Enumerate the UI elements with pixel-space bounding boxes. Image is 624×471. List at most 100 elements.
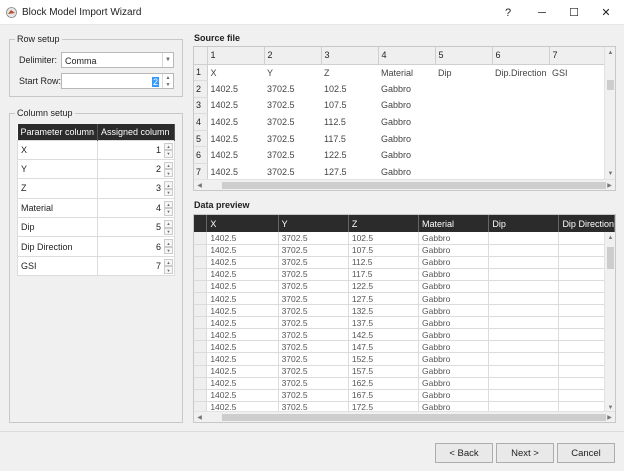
source-column-header[interactable]: 7 <box>549 47 607 65</box>
source-column-header[interactable]: 6 <box>492 47 550 65</box>
source-vertical-scrollbar[interactable]: ▲ ▼ <box>604 47 615 179</box>
scroll-thumb[interactable] <box>607 80 614 90</box>
source-cell: 117.5 <box>324 133 346 144</box>
column-spinner[interactable]: ▲ ▼ <box>164 200 173 216</box>
assigned-column-value[interactable]: 5 <box>156 222 161 232</box>
scroll-right-icon[interactable]: ▶ <box>604 412 615 422</box>
scroll-thumb[interactable] <box>607 247 614 269</box>
assigned-column-cell[interactable]: 2 ▲ ▼ <box>97 158 175 180</box>
row-header <box>194 280 208 293</box>
source-cell: 1402.5 <box>210 166 239 177</box>
preview-cell: 137.5 <box>348 316 420 330</box>
row-header <box>194 304 208 318</box>
assigned-column-cell[interactable]: 7 ▲ ▼ <box>97 255 175 277</box>
start-row-value[interactable]: 2 <box>151 77 159 87</box>
column-spinner[interactable]: ▲ ▼ <box>164 142 173 158</box>
assigned-column-cell[interactable]: 5 ▲ ▼ <box>97 217 175 238</box>
assigned-column-value[interactable]: 2 <box>156 164 161 174</box>
chevron-down-icon[interactable]: ▼ <box>162 53 173 67</box>
scroll-down-icon[interactable]: ▼ <box>605 168 615 179</box>
table-row: 4 1402.5 3702.5 112.5 Gabbro <box>194 113 606 131</box>
spin-down-icon[interactable]: ▼ <box>164 246 173 255</box>
spin-down-icon[interactable]: ▼ <box>163 81 173 88</box>
source-cell <box>492 97 549 114</box>
source-column-header[interactable]: 5 <box>435 47 493 65</box>
source-cell <box>549 81 606 98</box>
spin-down-icon[interactable]: ▼ <box>164 208 173 216</box>
preview-horizontal-scrollbar[interactable]: ◀ ▶ <box>194 411 615 422</box>
row-header <box>194 244 208 257</box>
preview-vertical-scrollbar[interactable]: ▲ ▼ <box>604 232 615 413</box>
scroll-left-icon[interactable]: ◀ <box>194 180 205 190</box>
source-column-header[interactable]: 2 <box>264 47 322 65</box>
scroll-left-icon[interactable]: ◀ <box>194 412 205 422</box>
row-header <box>194 232 208 245</box>
delimiter-dropdown[interactable]: Comma ▼ <box>61 52 174 68</box>
spin-up-icon[interactable]: ▲ <box>164 142 173 150</box>
assigned-column-value[interactable]: 3 <box>156 183 161 193</box>
assigned-column-value[interactable]: 7 <box>156 261 161 271</box>
parameter-cell: Material <box>17 197 98 219</box>
assigned-column-value[interactable]: 1 <box>156 145 161 155</box>
spin-up-icon[interactable]: ▲ <box>164 181 173 189</box>
spin-down-icon[interactable]: ▼ <box>164 227 173 236</box>
source-column-header[interactable]: 3 <box>321 47 379 65</box>
source-column-header[interactable]: 4 <box>378 47 436 65</box>
parameter-cell: Dip Direction <box>17 236 98 257</box>
assigned-column-cell[interactable]: 1 ▲ ▼ <box>97 139 175 160</box>
start-row-spinbox[interactable]: 2 ▲ ▼ <box>61 73 174 89</box>
preview-cell: 1402.5 <box>206 244 279 257</box>
preview-cell <box>488 340 560 354</box>
spin-down-icon[interactable]: ▼ <box>164 188 173 197</box>
spin-down-icon[interactable]: ▼ <box>164 150 173 158</box>
table-row: 1402.5 3702.5 102.5 Gabbro <box>194 232 615 245</box>
column-spinner[interactable]: ▲ ▼ <box>164 181 173 197</box>
preview-cell: Gabbro <box>418 244 490 257</box>
scroll-thumb[interactable] <box>222 414 606 421</box>
source-column-header[interactable]: 1 <box>207 47 265 65</box>
help-button[interactable]: ? <box>492 0 524 25</box>
preview-cell: 1402.5 <box>206 232 279 245</box>
maximize-button[interactable]: ☐ <box>558 0 590 25</box>
spin-up-icon[interactable]: ▲ <box>163 74 173 81</box>
column-spinner[interactable]: ▲ ▼ <box>164 239 173 255</box>
source-horizontal-scrollbar[interactable]: ◀ ▶ <box>194 179 615 190</box>
assigned-column-cell[interactable]: 6 ▲ ▼ <box>97 236 175 257</box>
assigned-column-value[interactable]: 4 <box>156 203 161 213</box>
spin-up-icon[interactable]: ▲ <box>164 239 173 247</box>
assigned-column-cell[interactable]: 4 ▲ ▼ <box>97 197 175 219</box>
spin-down-icon[interactable]: ▼ <box>164 266 173 274</box>
close-button[interactable]: ✕ <box>590 0 622 25</box>
row-number: 3 <box>194 97 208 115</box>
table-row: 1 X Y Z Material Dip Dip.Direction GSI <box>194 64 606 82</box>
spin-up-icon[interactable]: ▲ <box>164 220 173 228</box>
scroll-right-icon[interactable]: ▶ <box>604 180 615 190</box>
preview-cell: 157.5 <box>348 365 420 378</box>
source-file-grid[interactable]: 1234567 1 X Y Z Material Dip Dip.Direction GSI 2… <box>193 46 616 191</box>
spin-up-icon[interactable]: ▲ <box>164 258 173 267</box>
spin-up-icon[interactable]: ▲ <box>164 200 173 209</box>
scroll-up-icon[interactable]: ▲ <box>605 232 615 243</box>
spin-up-icon[interactable]: ▲ <box>164 161 173 170</box>
preview-cell: 3702.5 <box>278 232 349 245</box>
column-spinner[interactable]: ▲ ▼ <box>164 220 173 236</box>
preview-cell: Gabbro <box>418 256 490 269</box>
preview-cell: 3702.5 <box>278 268 349 281</box>
column-spinner[interactable]: ▲ ▼ <box>164 161 173 177</box>
spin-down-icon[interactable]: ▼ <box>164 169 173 177</box>
assigned-column-value[interactable]: 6 <box>156 242 161 252</box>
cancel-button[interactable]: Cancel <box>557 443 615 463</box>
scroll-thumb[interactable] <box>222 182 606 189</box>
assigned-column-cell[interactable]: 3 ▲ ▼ <box>97 178 175 199</box>
source-cell: Gabbro <box>381 83 412 94</box>
scroll-up-icon[interactable]: ▲ <box>605 47 615 58</box>
next-button[interactable]: Next > <box>496 443 554 463</box>
table-row: Dip Direction 6 ▲ ▼ <box>17 236 175 257</box>
preview-cell: 1402.5 <box>206 304 279 318</box>
data-preview-grid[interactable]: X Y Z Material Dip Dip Direction 1402.5 3702.5… <box>193 214 616 423</box>
source-cell: Gabbro <box>381 166 412 177</box>
minimize-button[interactable]: ─ <box>526 0 558 25</box>
data-preview-title: Data preview <box>194 200 250 210</box>
back-button[interactable]: < Back <box>435 443 493 463</box>
column-spinner[interactable]: ▲ ▼ <box>164 258 173 274</box>
